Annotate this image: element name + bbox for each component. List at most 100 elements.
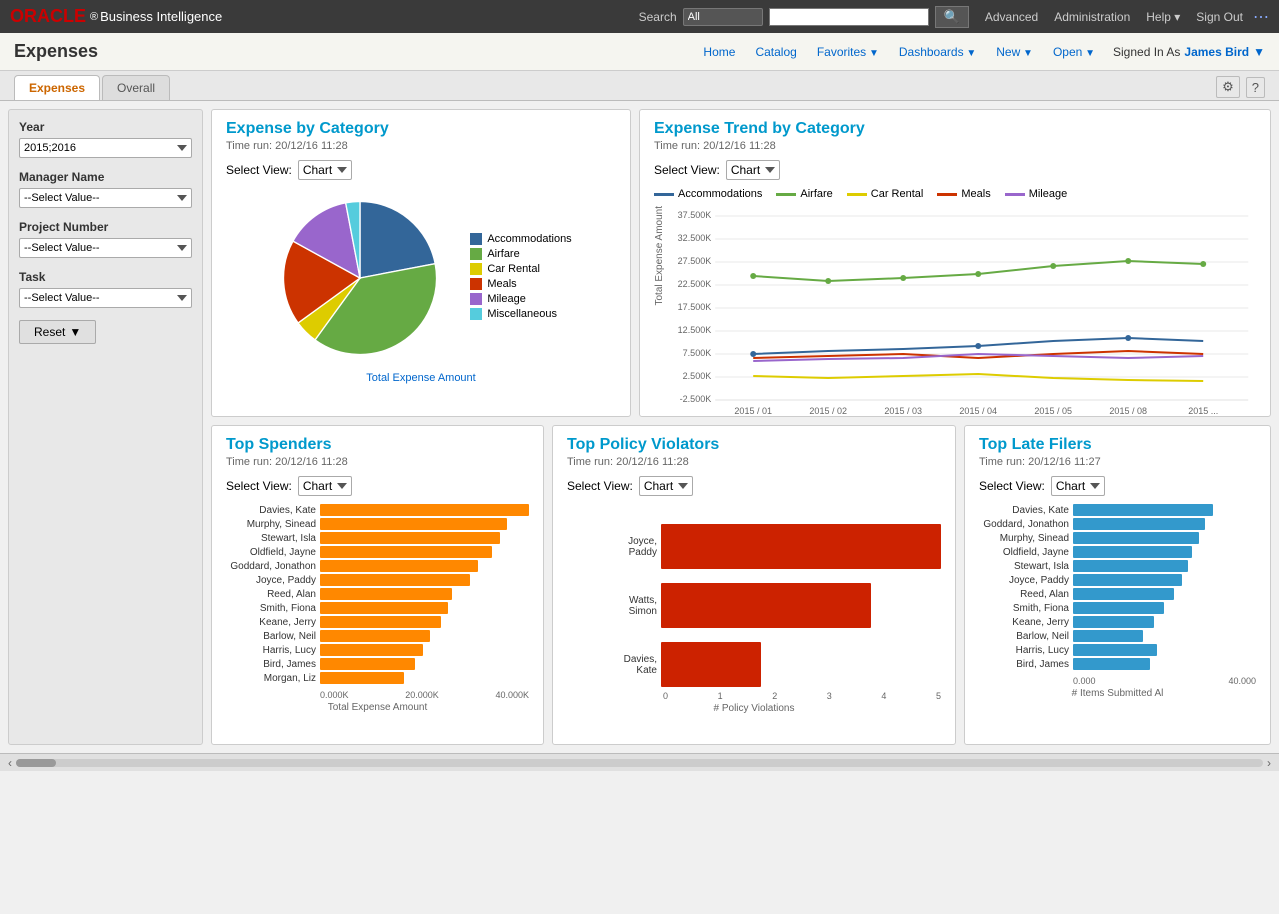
top-spender-row: Joyce, Paddy xyxy=(226,574,529,586)
svg-text:17.500K: 17.500K xyxy=(677,302,711,312)
scrollbar-thumb[interactable] xyxy=(16,759,56,767)
spender-name: Murphy, Sinead xyxy=(226,519,316,530)
scrollbar-track[interactable] xyxy=(16,759,1263,767)
advanced-link[interactable]: Advanced xyxy=(985,10,1038,24)
spender-name: Barlow, Neil xyxy=(226,631,316,642)
settings-icon-btn[interactable]: ⚙ xyxy=(1216,76,1240,98)
reset-button[interactable]: Reset ▼ xyxy=(19,320,96,344)
top-late-view-selector: Select View: Chart xyxy=(979,476,1256,496)
spender-name: Harris, Lucy xyxy=(226,645,316,656)
legend-label-meals: Meals xyxy=(487,278,516,290)
spender-name: Davies, Kate xyxy=(226,505,316,516)
manager-label: Manager Name xyxy=(19,170,192,184)
favorites-link[interactable]: Favorites xyxy=(809,41,887,63)
help-link[interactable]: Help ▾ xyxy=(1146,10,1180,24)
late-filer-bar xyxy=(1073,574,1182,586)
project-select[interactable]: --Select Value-- xyxy=(19,238,192,258)
late-filer-row: Smith, Fiona xyxy=(979,602,1256,614)
late-filer-bar xyxy=(1073,560,1188,572)
trend-legend-mileage: Mileage xyxy=(1005,188,1068,200)
tabs-bar: Expenses Overall ⚙ ? xyxy=(0,71,1279,101)
top-spenders-view-select[interactable]: Chart xyxy=(298,476,352,496)
search-input[interactable] xyxy=(769,8,929,26)
late-filer-row: Oldfield, Jayne xyxy=(979,546,1256,558)
policy-row-3: Davies,Kate xyxy=(567,642,941,687)
spender-bar xyxy=(320,644,423,656)
open-link[interactable]: Open xyxy=(1045,41,1103,63)
project-label: Project Number xyxy=(19,220,192,234)
trend-legend-car-rental: Car Rental xyxy=(847,188,924,200)
help-icon-btn[interactable]: ? xyxy=(1246,77,1265,98)
svg-text:2015 / 04: 2015 / 04 xyxy=(959,406,997,416)
late-filer-row: Barlow, Neil xyxy=(979,630,1256,642)
dashboards-link[interactable]: Dashboards xyxy=(891,41,984,63)
tab-overall[interactable]: Overall xyxy=(102,75,170,100)
late-filer-bar xyxy=(1073,630,1143,642)
policy-row-2: Watts,Simon xyxy=(567,583,941,628)
y-axis-label: Total Expense Amount xyxy=(654,206,670,316)
top-spender-row: Morgan, Liz xyxy=(226,672,529,684)
trend-line-accommodations xyxy=(654,193,674,196)
tab-icons: ⚙ ? xyxy=(1216,76,1265,98)
top-spenders-view-label: Select View: xyxy=(226,479,292,493)
search-scope-select[interactable]: All xyxy=(683,8,763,26)
top-late-view-select[interactable]: Chart xyxy=(1051,476,1105,496)
charts-row2: Top Spenders Time run: 20/12/16 11:28 Se… xyxy=(211,425,1271,745)
spender-name: Morgan, Liz xyxy=(226,673,316,684)
legend-dot-accommodations xyxy=(470,233,482,245)
reset-arrow: ▼ xyxy=(69,325,81,339)
home-link[interactable]: Home xyxy=(695,41,743,63)
top-spender-row: Reed, Alan xyxy=(226,588,529,600)
scroll-left-arrow[interactable]: ‹ xyxy=(4,756,16,770)
more-options-icon[interactable]: ⋯ xyxy=(1253,7,1269,27)
task-label: Task xyxy=(19,270,192,284)
year-label: Year xyxy=(19,120,192,134)
top-spender-row: Stewart, Isla xyxy=(226,532,529,544)
spender-bar xyxy=(320,672,404,684)
spender-name: Stewart, Isla xyxy=(226,533,316,544)
legend-miscellaneous: Miscellaneous xyxy=(470,308,571,320)
nav-links: Home Catalog Favorites Dashboards New Op… xyxy=(695,41,1265,63)
spender-bar xyxy=(320,588,452,600)
late-filer-bar xyxy=(1073,504,1213,516)
policy-bar-1 xyxy=(661,524,941,569)
expense-by-category-view-select[interactable]: Chart xyxy=(298,160,352,180)
trend-legend-airfare: Airfare xyxy=(776,188,832,200)
charts-area: Expense by Category Time run: 20/12/16 1… xyxy=(211,109,1271,745)
top-policy-view-select[interactable]: Chart xyxy=(639,476,693,496)
legend-mileage: Mileage xyxy=(470,293,571,305)
expense-by-category-footer[interactable]: Total Expense Amount xyxy=(226,372,616,384)
policy-footer: # Policy Violations xyxy=(567,703,941,714)
new-link[interactable]: New xyxy=(988,41,1041,63)
svg-text:27.500K: 27.500K xyxy=(677,256,711,266)
task-select[interactable]: --Select Value-- xyxy=(19,288,192,308)
svg-text:2015 / 08: 2015 / 08 xyxy=(1109,406,1147,416)
year-filter-group: Year 2015;2016 xyxy=(19,120,192,158)
search-button[interactable]: 🔍 xyxy=(935,6,969,28)
top-spender-row: Oldfield, Jayne xyxy=(226,546,529,558)
svg-text:22.500K: 22.500K xyxy=(677,279,711,289)
catalog-link[interactable]: Catalog xyxy=(747,41,804,63)
spender-name: Goddard, Jonathon xyxy=(226,561,316,572)
manager-select[interactable]: --Select Value-- xyxy=(19,188,192,208)
spender-bar xyxy=(320,630,430,642)
scroll-right-arrow[interactable]: › xyxy=(1263,756,1275,770)
late-filer-name: Barlow, Neil xyxy=(979,631,1069,642)
year-select[interactable]: 2015;2016 xyxy=(19,138,192,158)
expense-trend-view-select[interactable]: Chart xyxy=(726,160,780,180)
legend-dot-meals xyxy=(470,278,482,290)
late-filer-row: Bird, James xyxy=(979,658,1256,670)
svg-text:-2.500K: -2.500K xyxy=(679,394,711,404)
tab-expenses[interactable]: Expenses xyxy=(14,75,100,100)
spender-bar xyxy=(320,532,500,544)
late-filer-name: Oldfield, Jayne xyxy=(979,547,1069,558)
svg-text:2.500K: 2.500K xyxy=(682,371,711,381)
signed-in-name[interactable]: James Bird xyxy=(1184,45,1249,59)
late-filer-bar xyxy=(1073,546,1192,558)
top-policy-view-selector: Select View: Chart xyxy=(567,476,941,496)
signed-in-arrow[interactable]: ▼ xyxy=(1253,45,1265,59)
late-filer-name: Smith, Fiona xyxy=(979,603,1069,614)
sign-out-link[interactable]: Sign Out xyxy=(1196,10,1243,24)
spender-name: Oldfield, Jayne xyxy=(226,547,316,558)
administration-link[interactable]: Administration xyxy=(1054,10,1130,24)
